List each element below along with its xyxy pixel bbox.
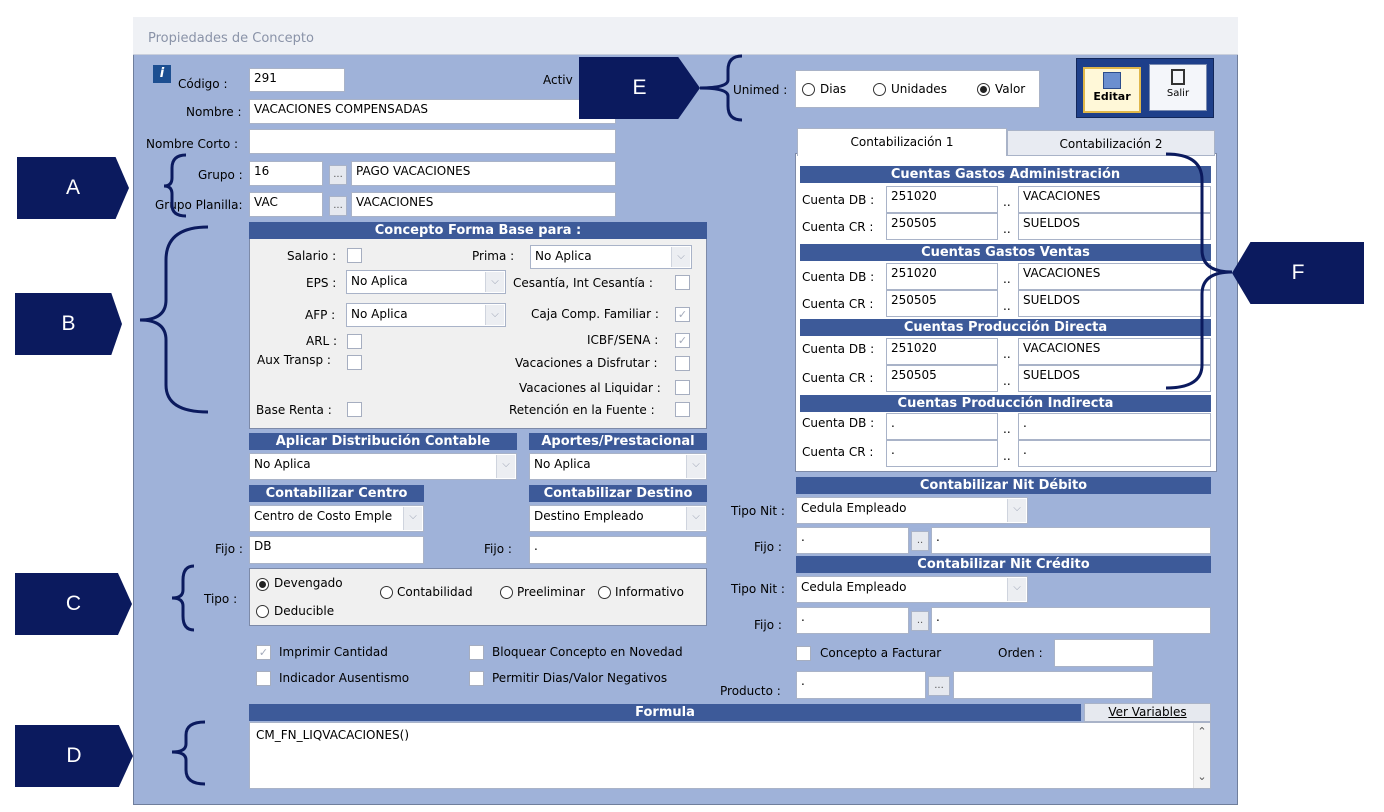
bracket-f: [1165, 152, 1233, 390]
bracket-b: [139, 225, 209, 414]
callout-e: E: [579, 57, 700, 119]
bracket-e: [699, 54, 743, 122]
bracket-d: [171, 720, 206, 786]
bracket-a: [163, 153, 187, 218]
callout-d: D: [15, 725, 133, 787]
callout-f: F: [1232, 242, 1364, 304]
callout-a: A: [17, 157, 129, 219]
callout-b: B: [15, 293, 122, 355]
callout-c: C: [15, 573, 132, 635]
bracket-c: [171, 564, 195, 632]
annotation-brackets: [139, 54, 1233, 786]
